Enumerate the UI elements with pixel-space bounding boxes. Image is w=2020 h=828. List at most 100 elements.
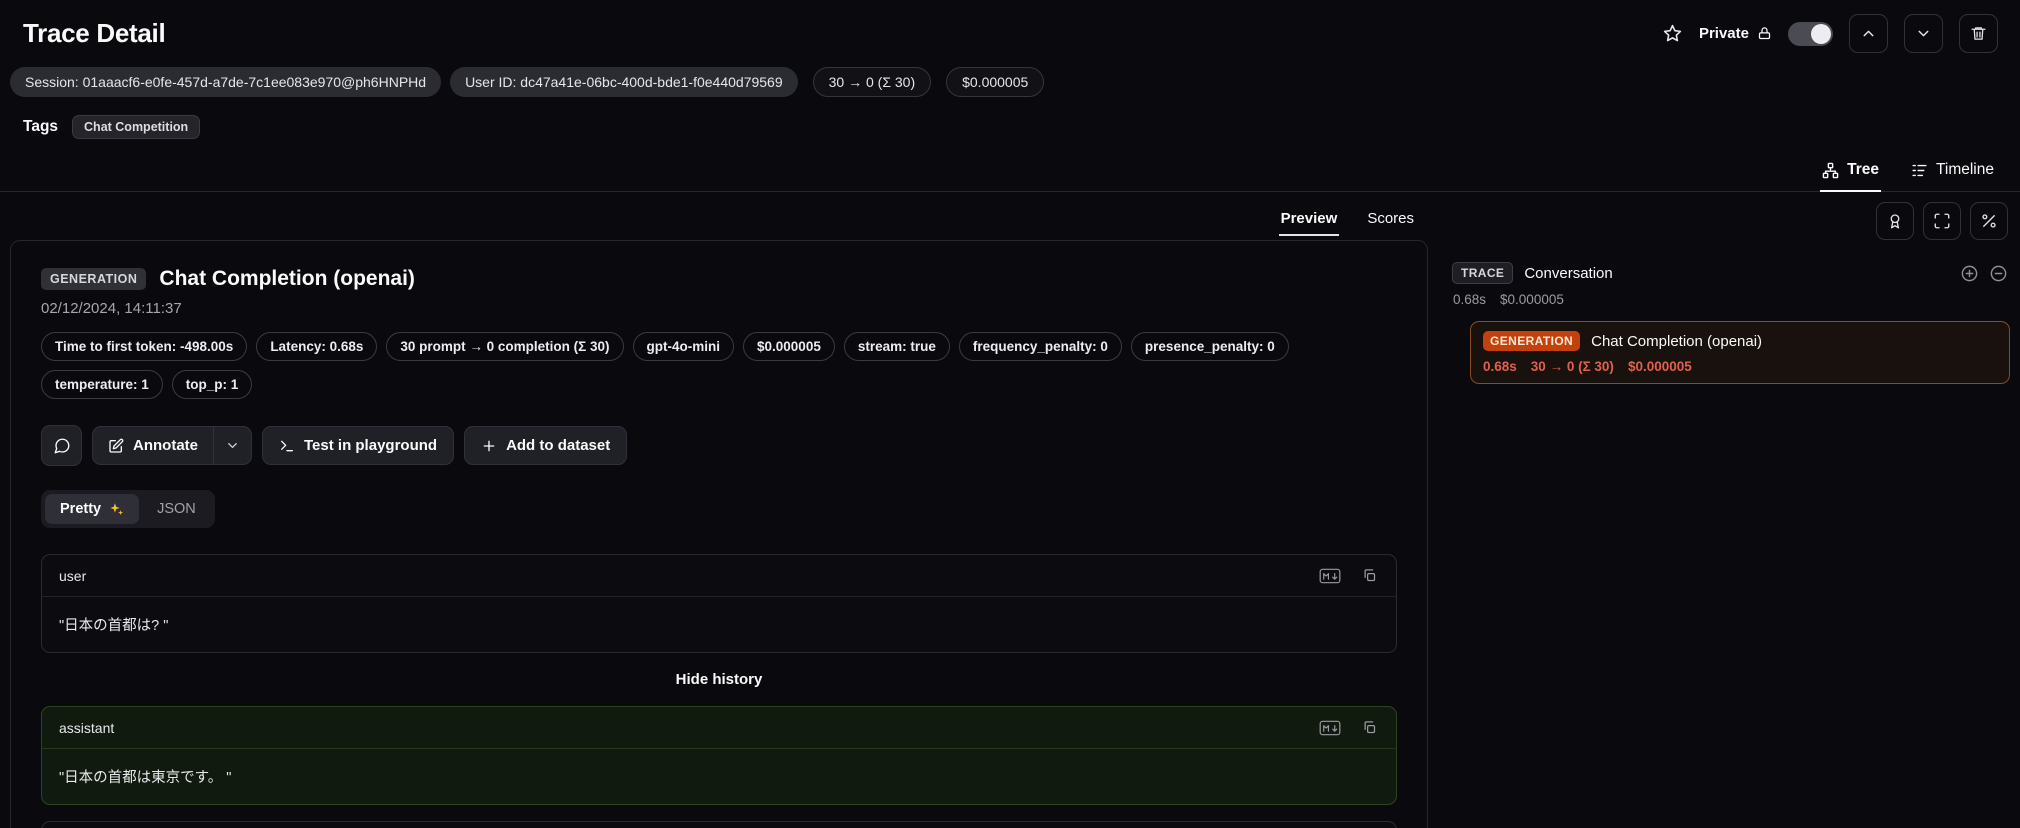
trace-cost: $0.000005 — [1500, 292, 1564, 307]
observation-metrics: Time to first token: -498.00s Latency: 0… — [41, 332, 1381, 399]
markdown-icon — [1319, 720, 1341, 736]
pretty-label: Pretty — [60, 501, 102, 517]
toggle-knob — [1811, 23, 1831, 44]
metric-pill: 30 prompt → 0 completion (Σ 30) — [386, 332, 624, 361]
expand-icon — [1933, 212, 1951, 230]
user-id-pill[interactable]: User ID: dc47a41e-06bc-400d-bde1-f0e440d… — [450, 67, 798, 97]
generation-type-badge: GENERATION — [1483, 331, 1581, 351]
markdown-icon — [1319, 568, 1341, 584]
copy-icon — [1362, 568, 1377, 583]
percent-icon — [1980, 212, 1998, 230]
circle-minus-icon — [1989, 264, 2008, 283]
add-to-dataset-button[interactable]: Add to dataset — [464, 426, 628, 465]
message-card-user: user — [41, 554, 1397, 653]
circle-plus-icon — [1960, 264, 1979, 283]
tab-scores[interactable]: Scores — [1365, 202, 1416, 236]
generation-node-title: Chat Completion (openai) — [1591, 332, 1763, 350]
timeline-icon — [1911, 162, 1928, 179]
trace-type-badge: TRACE — [1452, 262, 1514, 284]
expand-collapse-all-button[interactable] — [1923, 202, 1961, 240]
observation-card: GENERATION Chat Completion (openai) 02/1… — [10, 240, 1428, 828]
add-to-dataset-label: Add to dataset — [506, 437, 611, 454]
tag-chip[interactable]: Chat Competition — [72, 115, 201, 139]
copy-button[interactable] — [1353, 563, 1385, 588]
privacy-toggle[interactable] — [1788, 21, 1833, 46]
tab-preview[interactable]: Preview — [1278, 202, 1340, 236]
collapse-node-button[interactable] — [1989, 264, 2008, 283]
cost-pill: $0.000005 — [946, 67, 1045, 97]
tree-node-trace[interactable]: TRACE Conversation — [1450, 260, 2010, 286]
expand-node-button[interactable] — [1960, 264, 1979, 283]
tab-tree-label: Tree — [1847, 161, 1879, 178]
message-content: "日本の首都は? " — [59, 618, 169, 634]
metric-pill: stream: true — [843, 332, 950, 361]
toggle-scores-button[interactable] — [1876, 202, 1914, 240]
sparkles-icon — [109, 502, 124, 517]
comment-icon — [53, 437, 71, 455]
tree-icon — [1822, 162, 1839, 179]
observation-type-badge: GENERATION — [41, 268, 147, 290]
star-icon — [1662, 23, 1683, 44]
format-json-button[interactable]: JSON — [142, 494, 211, 524]
main-content: Preview Scores GENERATION Chat Completio… — [0, 192, 2020, 828]
format-pretty-button[interactable]: Pretty — [45, 494, 140, 524]
session-pill[interactable]: Session: 01aaacf6-e0fe-457d-a7de-7c1ee08… — [10, 67, 442, 97]
trace-metrics: 0.68s $0.000005 — [1450, 292, 2010, 307]
copy-button[interactable] — [1353, 715, 1385, 740]
next-trace-button[interactable] — [1904, 14, 1943, 53]
message-content: "日本の首都は東京です。 " — [59, 770, 232, 786]
markdown-toggle-button[interactable] — [1314, 563, 1346, 588]
observation-timestamp: 02/12/2024, 14:11:37 — [41, 300, 182, 317]
toggle-metrics-button[interactable] — [1970, 202, 2008, 240]
edit-icon — [108, 438, 124, 454]
trace-tree-panel: TRACE Conversation 0.68s $0.000005 GENER… — [1450, 202, 2010, 384]
metric-pill: gpt-4o-mini — [632, 332, 735, 361]
node-latency: 0.68s — [1483, 359, 1517, 374]
trace-meta-row: Session: 01aaacf6-e0fe-457d-a7de-7c1ee08… — [0, 59, 2020, 97]
copy-icon — [1362, 720, 1377, 735]
observation-panel: Preview Scores GENERATION Chat Completio… — [10, 202, 1428, 828]
view-tabs: Tree Timeline — [0, 153, 2020, 192]
tab-timeline-label: Timeline — [1936, 161, 1994, 178]
playground-button[interactable]: Test in playground — [262, 426, 455, 465]
node-tokens: 30 → 0 (Σ 30) — [1530, 359, 1614, 374]
token-usage-pill: 30 → 0 (Σ 30) — [812, 67, 932, 97]
hide-history-button[interactable]: Hide history — [676, 671, 763, 688]
chevron-down-icon — [225, 438, 240, 453]
trash-icon — [1970, 25, 1987, 42]
tree-controls — [1450, 202, 2010, 240]
privacy-setting: Private — [1699, 25, 1772, 42]
tags-label: Tags — [23, 118, 59, 135]
lock-icon — [1757, 26, 1772, 41]
message-card-user: user — [41, 821, 1397, 828]
metric-pill: temperature: 1 — [41, 370, 163, 399]
metric-pill: frequency_penalty: 0 — [958, 332, 1122, 361]
award-icon — [1886, 212, 1904, 230]
annotate-dropdown-button[interactable] — [213, 427, 251, 464]
chevron-up-icon — [1860, 25, 1877, 42]
bookmark-button[interactable] — [1662, 23, 1683, 44]
format-toggle: Pretty JSON — [41, 490, 215, 528]
tags-row: Tags Chat Competition — [0, 97, 2020, 153]
tab-tree[interactable]: Tree — [1820, 153, 1881, 192]
observation-actions: Annotate Test in playground Add to datas… — [41, 425, 1397, 466]
message-role: user — [59, 567, 87, 584]
tree-node-generation-selected[interactable]: GENERATION Chat Completion (openai) 0.68… — [1470, 321, 2010, 384]
metric-pill: top_p: 1 — [171, 370, 253, 399]
message-role: assistant — [59, 719, 115, 736]
markdown-toggle-button[interactable] — [1314, 715, 1346, 740]
plus-icon — [481, 438, 497, 454]
chevron-down-icon — [1915, 25, 1932, 42]
node-cost: $0.000005 — [1627, 359, 1692, 374]
annotate-button[interactable]: Annotate — [93, 427, 213, 464]
previous-trace-button[interactable] — [1849, 14, 1888, 53]
tab-timeline[interactable]: Timeline — [1909, 153, 1996, 191]
message-card-assistant: assistant "日本の首都は東京です。 " — [41, 706, 1397, 805]
playground-label: Test in playground — [304, 437, 438, 454]
page-title: Trace Detail — [23, 18, 166, 48]
delete-trace-button[interactable] — [1959, 14, 1998, 53]
metric-pill: $0.000005 — [743, 332, 835, 361]
privacy-label: Private — [1698, 25, 1749, 42]
metric-pill: Latency: 0.68s — [256, 332, 378, 361]
comments-button[interactable] — [41, 425, 82, 466]
